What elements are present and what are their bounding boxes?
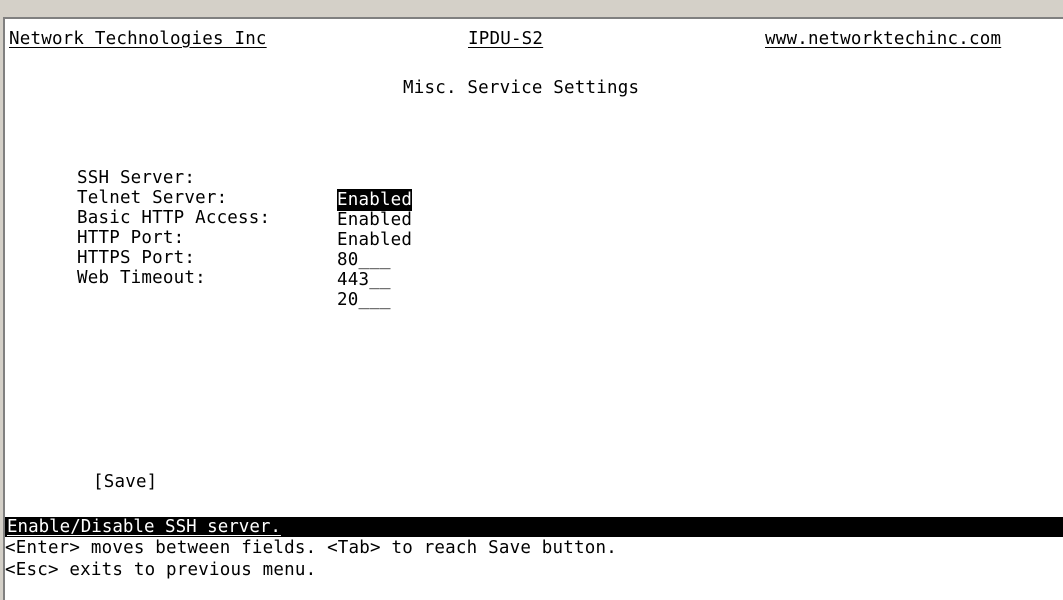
web-timeout-field[interactable]: 20___	[337, 289, 391, 311]
field-row-ssh-server[interactable]: SSH Server: Enabled	[5, 145, 1055, 211]
vendor-name: Network Technologies Inc	[9, 29, 267, 49]
product-name: IPDU-S2	[468, 29, 544, 49]
save-button[interactable]: [Save]	[93, 471, 157, 493]
field-row-telnet-server[interactable]: Telnet Server: Enabled	[5, 165, 1055, 230]
help-status-bar: Enable/Disable SSH server.	[5, 517, 1063, 537]
website-link[interactable]: www.networktechinc.com	[765, 28, 1001, 50]
field-row-basic-http-access[interactable]: Basic HTTP Access: Enabled	[5, 185, 1055, 250]
instructions-line-2: <Esc> exits to previous menu.	[5, 560, 317, 580]
instructions-line-1: <Enter> moves between fields. <Tab> to r…	[5, 538, 617, 558]
terminal-screen: Network Technologies Inc IPDU-S2 www.net…	[3, 17, 1063, 600]
field-row-http-port[interactable]: HTTP Port: 80___	[5, 205, 1055, 270]
field-label-web-timeout: Web Timeout:	[77, 268, 206, 288]
help-text: Enable/Disable SSH server.	[7, 517, 281, 537]
https-port-field[interactable]: 443__	[337, 269, 391, 291]
field-row-https-port[interactable]: HTTPS Port: 443__	[5, 225, 1055, 290]
page-title: Misc. Service Settings	[403, 78, 640, 98]
field-row-web-timeout[interactable]: Web Timeout: 20___	[5, 245, 1055, 310]
